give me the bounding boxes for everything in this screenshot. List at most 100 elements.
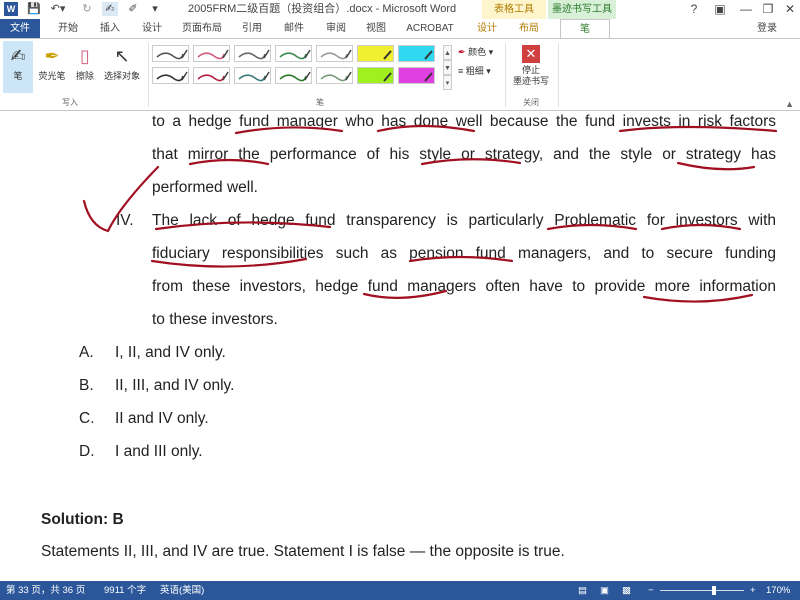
close-button[interactable]: ✕ bbox=[778, 0, 800, 19]
statement-text-line: to a hedge fund manager who has done wel… bbox=[152, 113, 776, 130]
select-objects-label: 选择对象 bbox=[103, 71, 140, 81]
zoom-level[interactable]: 170% bbox=[766, 581, 790, 600]
title-bar: W 💾 ↶▾ ↻ ✍ ✐ ▾ 2005FRM二级百题（投资组合）.docx - … bbox=[0, 0, 800, 19]
customize-quick-access-icon[interactable]: ▾ bbox=[148, 2, 162, 16]
format-painter-icon[interactable]: ✐ bbox=[126, 2, 140, 16]
tab-design[interactable]: 设计 bbox=[134, 19, 170, 38]
statement-text-line: performed well. bbox=[152, 179, 258, 196]
statement-text-line: The lack of hedge fund transparency is p… bbox=[152, 212, 776, 229]
tab-table-layout[interactable]: 布局 bbox=[514, 19, 544, 38]
gallery-scroll-down[interactable]: ▼ bbox=[443, 60, 452, 75]
save-icon[interactable]: 💾 bbox=[26, 2, 42, 16]
solution-explanation: Statements II, III, and IV are true. Sta… bbox=[41, 543, 565, 560]
statement-text-line: that mirror the performance of his style… bbox=[152, 146, 776, 163]
language-indicator[interactable]: 英语(美国) bbox=[160, 581, 204, 600]
tab-file[interactable]: 文件 bbox=[0, 19, 40, 38]
stop-inking-label-2: 墨迹书写 bbox=[512, 76, 549, 86]
document-page[interactable]: to a hedge fund manager who has done wel… bbox=[0, 111, 800, 581]
document-title: 2005FRM二级百题（投资组合）.docx - Microsoft Word bbox=[188, 3, 457, 15]
tab-home[interactable]: 开始 bbox=[48, 19, 88, 38]
tab-references[interactable]: 引用 bbox=[234, 19, 270, 38]
pen-swatch[interactable] bbox=[275, 67, 312, 84]
tab-mailings[interactable]: 邮件 bbox=[276, 19, 312, 38]
tab-view[interactable]: 视图 bbox=[358, 19, 394, 38]
status-bar: 第 33 页，共 36 页 9911 个字 英语(美国) ▤ ▣ ▩ − + 1… bbox=[0, 581, 800, 600]
undo-icon[interactable]: ↶▾ bbox=[48, 2, 68, 16]
close-x-icon: ✕ bbox=[522, 45, 540, 63]
word-count[interactable]: 9911 个字 bbox=[104, 581, 146, 600]
zoom-in-button[interactable]: + bbox=[750, 581, 756, 600]
cursor-arrow-icon: ↖ bbox=[114, 46, 130, 66]
word-app-icon[interactable]: W bbox=[4, 2, 18, 16]
restore-button[interactable]: ❐ bbox=[756, 0, 780, 19]
pen-swatch[interactable] bbox=[316, 67, 353, 84]
pen-swatch[interactable] bbox=[357, 67, 394, 84]
thickness-icon: ≡ bbox=[458, 66, 464, 76]
item-number: IV. bbox=[116, 212, 134, 229]
pen-swatch[interactable] bbox=[193, 45, 230, 62]
pen-thickness-label: 粗细 bbox=[465, 66, 484, 76]
pen-swatch[interactable] bbox=[152, 67, 189, 84]
pen-swatch[interactable] bbox=[234, 45, 271, 62]
solution-heading: Solution: B bbox=[41, 511, 124, 528]
login-link[interactable]: 登录 bbox=[752, 19, 782, 38]
option-text: I, II, and IV only. bbox=[115, 344, 226, 361]
pen-swatch[interactable] bbox=[193, 67, 230, 84]
ribbon: ✍ 笔 ✒ 荧光笔 ▯ 擦除 ↖ 选择对象 写入 ▲ ▼ ▾ ✒ 颜色 ▾ ≡ … bbox=[0, 38, 800, 111]
touch-mode-icon[interactable]: ✍ bbox=[102, 2, 118, 16]
write-group-label: 写入 bbox=[62, 98, 78, 107]
minimize-button[interactable]: — bbox=[734, 0, 758, 19]
tab-review[interactable]: 审阅 bbox=[318, 19, 354, 38]
pens-group-label: 笔 bbox=[316, 98, 324, 107]
collapse-ribbon-icon[interactable]: ▲ bbox=[785, 99, 794, 109]
pen-swatch[interactable] bbox=[152, 45, 189, 62]
tab-insert[interactable]: 插入 bbox=[92, 19, 128, 38]
option-letter: B. bbox=[79, 377, 94, 394]
pen-swatch[interactable] bbox=[398, 67, 435, 84]
eraser-tool-label: 擦除 bbox=[75, 71, 94, 81]
pen-swatch[interactable] bbox=[234, 67, 271, 84]
help-button[interactable]: ? bbox=[682, 0, 706, 19]
dropdown-arrow-icon: ▾ bbox=[483, 66, 491, 76]
pen-swatch[interactable] bbox=[316, 45, 353, 62]
gallery-scroll-up[interactable]: ▲ bbox=[443, 45, 452, 60]
eraser-tool-button[interactable]: ▯ 擦除 bbox=[72, 41, 98, 93]
context-tab-table-tools: 表格工具 bbox=[482, 0, 546, 19]
tab-table-design[interactable]: 设计 bbox=[472, 19, 502, 38]
web-layout-icon[interactable]: ▩ bbox=[622, 581, 631, 600]
page-counter[interactable]: 第 33 页，共 36 页 bbox=[6, 581, 85, 600]
statement-text-line: fiduciary responsibilities such as pensi… bbox=[152, 245, 776, 262]
highlighter-tool-label: 荧光笔 bbox=[38, 71, 66, 81]
tab-pen[interactable]: 笔 bbox=[560, 19, 610, 38]
gallery-expand-button[interactable]: ▾ bbox=[443, 75, 452, 90]
pen-icon: ✍ bbox=[10, 46, 26, 66]
pen-swatch[interactable] bbox=[398, 45, 435, 62]
zoom-slider-thumb[interactable] bbox=[712, 586, 716, 595]
zoom-slider-track[interactable] bbox=[660, 590, 744, 591]
group-divider bbox=[558, 43, 559, 107]
zoom-out-button[interactable]: − bbox=[648, 581, 654, 600]
print-layout-icon[interactable]: ▣ bbox=[600, 581, 609, 600]
pen-color-dropdown[interactable]: ✒ 颜色 ▾ bbox=[458, 44, 493, 60]
stop-inking-button[interactable]: ✕ 停止 墨迹书写 bbox=[508, 41, 554, 93]
tab-acrobat[interactable]: ACROBAT bbox=[402, 19, 458, 38]
option-text: II and IV only. bbox=[115, 410, 209, 427]
pen-color-label: 颜色 bbox=[468, 47, 487, 57]
ribbon-options-button[interactable]: ▣ bbox=[708, 0, 732, 19]
highlighter-tool-button[interactable]: ✒ 荧光笔 bbox=[35, 41, 69, 93]
select-objects-button[interactable]: ↖ 选择对象 bbox=[100, 41, 144, 93]
option-letter: A. bbox=[79, 344, 94, 361]
tab-page-layout[interactable]: 页面布局 bbox=[176, 19, 228, 38]
close-group-label: 关闭 bbox=[523, 98, 539, 107]
eraser-icon: ▯ bbox=[80, 46, 90, 66]
option-letter: C. bbox=[79, 410, 95, 427]
redo-icon[interactable]: ↻ bbox=[80, 2, 94, 16]
pen-tool-button[interactable]: ✍ 笔 bbox=[3, 41, 33, 93]
group-divider bbox=[505, 43, 506, 107]
pen-thickness-dropdown[interactable]: ≡ 粗细 ▾ bbox=[458, 63, 491, 79]
pen-swatch[interactable] bbox=[357, 45, 394, 62]
statement-text-line: from these investors, hedge fund manager… bbox=[152, 278, 776, 295]
group-divider bbox=[148, 43, 149, 107]
pen-swatch[interactable] bbox=[275, 45, 312, 62]
read-mode-icon[interactable]: ▤ bbox=[578, 581, 587, 600]
